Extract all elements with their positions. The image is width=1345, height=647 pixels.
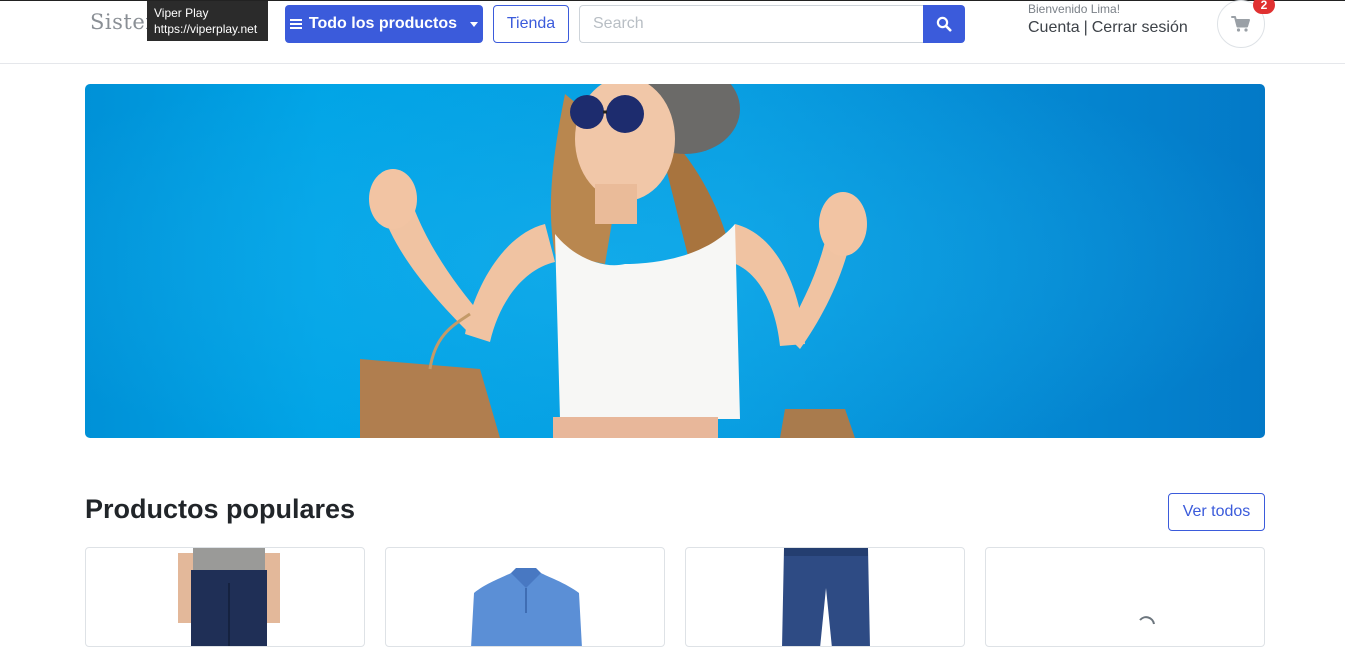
top-navbar: Sister Viper Play https://viperplay.net … (0, 0, 1345, 64)
logout-link[interactable]: Cerrar sesión (1092, 19, 1188, 36)
search-input[interactable] (579, 5, 924, 43)
product-card[interactable] (85, 547, 365, 647)
popular-products-title: Productos populares (85, 494, 356, 524)
product-card[interactable] (985, 547, 1265, 647)
search-button[interactable] (923, 5, 965, 43)
tooltip-title: Viper Play (154, 6, 209, 20)
loading-spinner-icon (1139, 616, 1155, 625)
store-button[interactable]: Tienda (493, 5, 569, 43)
all-products-dropdown-button[interactable]: Todo los productos (285, 5, 483, 43)
account-separator: | (1083, 19, 1088, 36)
shopping-cart-icon (1231, 16, 1250, 32)
product-card[interactable] (385, 547, 665, 647)
product-card[interactable] (685, 547, 965, 647)
product-image-denim-jeans (782, 548, 870, 646)
product-image-jeans-model (178, 548, 280, 646)
brand-logo[interactable]: Sister (90, 10, 156, 34)
welcome-text: Bienvenido Lima! (1028, 2, 1121, 16)
tooltip-url: https://viperplay.net (154, 22, 258, 36)
hero-image (85, 84, 1265, 438)
link-tooltip: Viper Play https://viperplay.net (147, 1, 268, 41)
product-image-blue-polo-shirt (471, 568, 582, 646)
search-icon (936, 16, 952, 32)
all-products-label: Todo los productos (308, 15, 458, 32)
cart-count-badge: 2 (1253, 0, 1275, 14)
account-link[interactable]: Cuenta (1028, 19, 1080, 36)
menu-bars-icon (289, 19, 302, 29)
account-links: Cuenta | Cerrar sesión (1028, 19, 1188, 37)
view-all-button[interactable]: Ver todos (1168, 493, 1265, 531)
caret-down-icon (470, 22, 479, 27)
hero-banner[interactable] (85, 84, 1265, 438)
